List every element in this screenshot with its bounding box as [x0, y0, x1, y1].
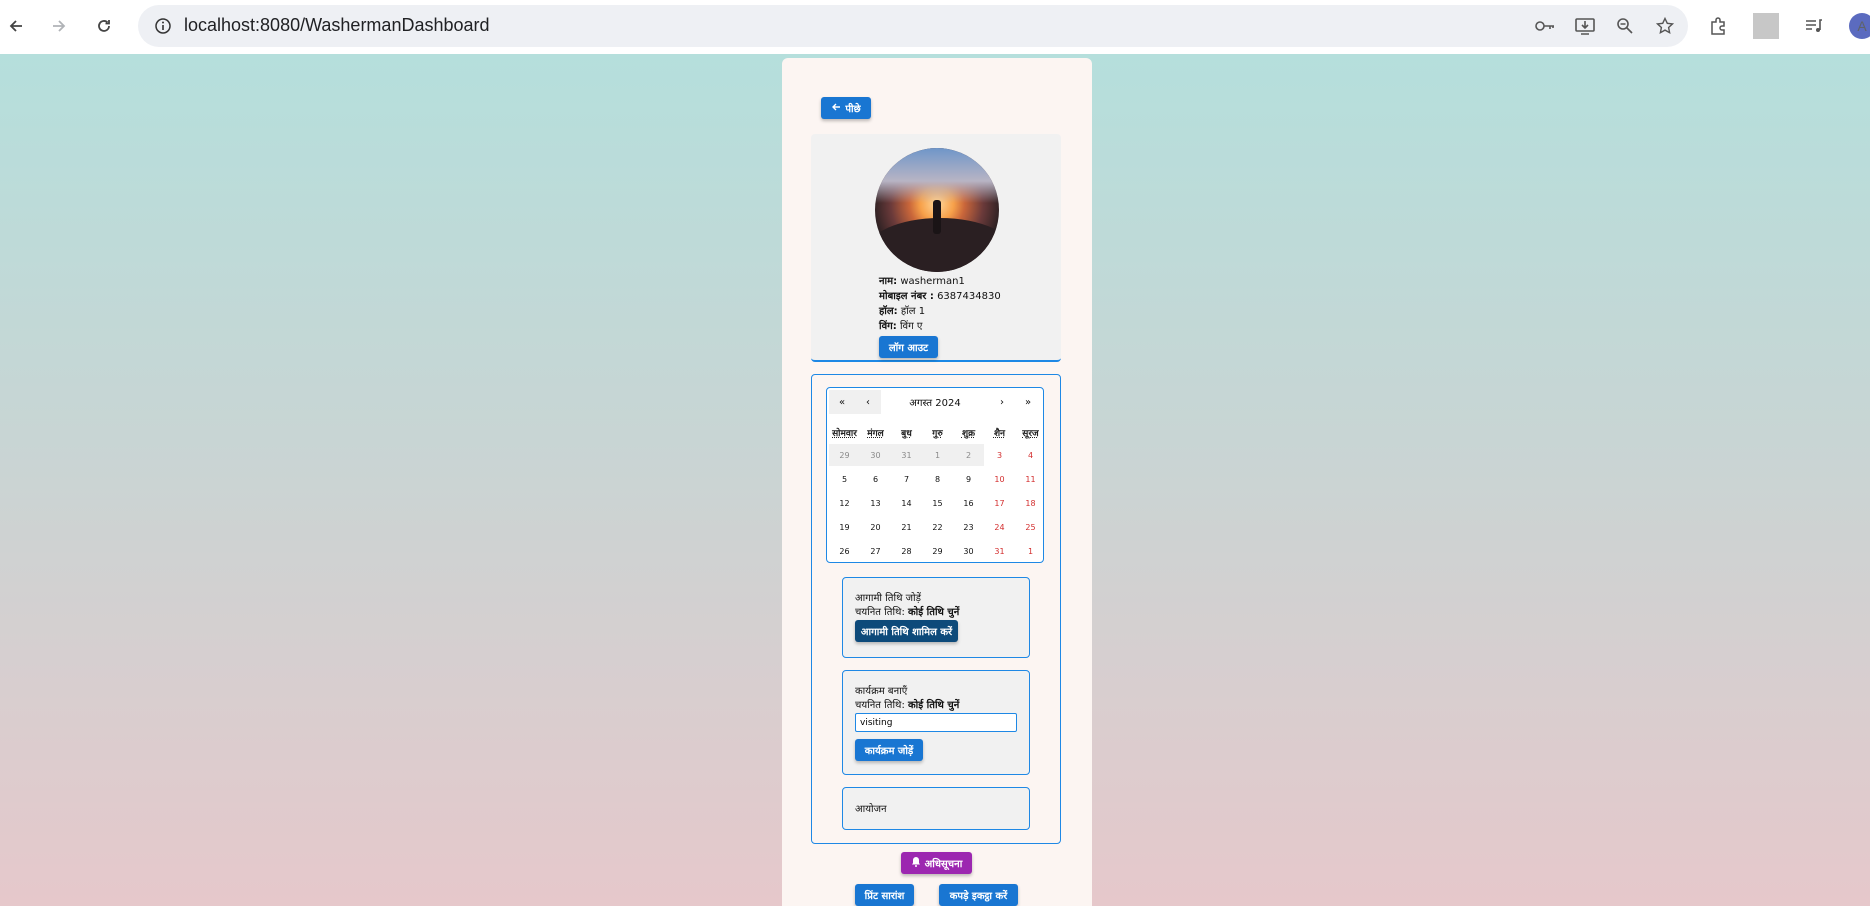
calendar-day[interactable]: 5: [829, 468, 860, 490]
add-upcoming-date-button[interactable]: आगामी तिथि शामिल करें: [855, 620, 958, 642]
calendar-day[interactable]: 9: [953, 468, 984, 490]
arrow-left-icon: [831, 102, 841, 115]
calendar-day[interactable]: 22: [922, 516, 953, 538]
profile-mobile-row: मोबाइल नंबर : 6387434830: [879, 291, 1001, 302]
event-name-input[interactable]: visiting: [855, 713, 1017, 732]
calendar-day[interactable]: 25: [1015, 516, 1046, 538]
profile-name: washerman1: [900, 276, 965, 287]
calendar-day[interactable]: 17: [984, 492, 1015, 514]
schedule-panel: « ‹ अगस्त 2024 › » सोमवार मंगल बुध गुरु …: [811, 374, 1061, 844]
profile-hall: हॉल 1: [900, 306, 926, 317]
profile-details: नाम: washerman1 मोबाइल नंबर : 6387434830…: [879, 274, 1001, 334]
calendar-next-month-button[interactable]: ›: [989, 390, 1015, 414]
weekday-label: शुक्र: [961, 429, 976, 439]
calendar-day[interactable]: 12: [829, 492, 860, 514]
calendar-day[interactable]: 20: [860, 516, 891, 538]
profile-wing-row: विंग: विंग ए: [879, 321, 923, 332]
profile-name-row: नाम: washerman1: [879, 276, 965, 287]
weekday-label: सोमवार: [832, 429, 857, 439]
calendar-day[interactable]: 28: [891, 540, 922, 562]
calendar-day[interactable]: 26: [829, 540, 860, 562]
bell-icon: [911, 856, 921, 870]
calendar-prev-month-button[interactable]: ‹: [855, 390, 881, 414]
calendar-day[interactable]: 16: [953, 492, 984, 514]
reload-icon[interactable]: [88, 10, 120, 42]
profile-avatar[interactable]: A: [1849, 13, 1870, 39]
profile-panel: नाम: washerman1 मोबाइल नंबर : 6387434830…: [811, 134, 1061, 362]
calendar-prev-year-button[interactable]: «: [829, 390, 855, 414]
weekday-label: बुध: [901, 429, 912, 439]
url-text[interactable]: localhost:8080/WashermanDashboard: [184, 15, 490, 36]
weekday-label: सूरज: [1022, 429, 1039, 439]
print-summary-button[interactable]: प्रिंट सारांश: [855, 884, 914, 906]
calendar-day[interactable]: 21: [891, 516, 922, 538]
event-selected-date: चयनित तिथि: कोई तिथि चुनें: [855, 700, 960, 711]
zoom-icon[interactable]: [1612, 13, 1638, 39]
calendar-day[interactable]: 6: [860, 468, 891, 490]
media-queue-icon[interactable]: [1801, 13, 1827, 39]
create-event-box: कार्यक्रम बनाएँ चयनित तिथि: कोई तिथि चुन…: [842, 670, 1030, 775]
calendar-day[interactable]: 11: [1015, 468, 1046, 490]
calendar-day[interactable]: 1: [922, 444, 953, 466]
weekday-label: गुरु: [932, 429, 943, 439]
calendar-day[interactable]: 29: [922, 540, 953, 562]
dashboard-card: पीछे नाम: washerman1 मोबाइल नंबर : 63874…: [782, 58, 1092, 906]
calendar-weekday-header: सोमवार मंगल बुध गुरु शुक्र शैन सूरज: [829, 426, 1041, 439]
add-event-button[interactable]: कार्यक्रम जोड़ें: [855, 739, 923, 761]
weekday-label: मंगल: [867, 429, 884, 439]
collect-clothes-button[interactable]: कपड़े इकट्ठा करें: [939, 884, 1018, 906]
profile-photo: [875, 148, 999, 272]
extensions-icon[interactable]: [1705, 13, 1731, 39]
calendar-day[interactable]: 2: [953, 444, 984, 466]
calendar: « ‹ अगस्त 2024 › » सोमवार मंगल बुध गुरु …: [826, 387, 1044, 563]
upcoming-date-title: आगामी तिथि जोड़ें: [855, 593, 921, 604]
calendar-day[interactable]: 31: [891, 444, 922, 466]
calendar-day[interactable]: 13: [860, 492, 891, 514]
calendar-day[interactable]: 30: [860, 444, 891, 466]
calendar-day[interactable]: 30: [953, 540, 984, 562]
install-app-icon[interactable]: [1572, 13, 1598, 39]
calendar-day[interactable]: 18: [1015, 492, 1046, 514]
calendar-day[interactable]: 4: [1015, 444, 1046, 466]
profile-mobile: 6387434830: [937, 291, 1001, 302]
logout-button[interactable]: लॉग आउट: [879, 336, 938, 358]
address-bar[interactable]: localhost:8080/WashermanDashboard: [138, 5, 1688, 47]
calendar-day[interactable]: 15: [922, 492, 953, 514]
calendar-day[interactable]: 27: [860, 540, 891, 562]
events-box: आयोजन: [842, 787, 1030, 830]
profile-wing: विंग ए: [899, 321, 923, 332]
calendar-day[interactable]: 31: [984, 540, 1015, 562]
calendar-day[interactable]: 10: [984, 468, 1015, 490]
site-info-icon[interactable]: [148, 11, 178, 41]
weekday-label: शैन: [993, 429, 1006, 439]
bookmark-star-icon[interactable]: [1652, 13, 1678, 39]
calendar-day[interactable]: 1: [1015, 540, 1046, 562]
create-event-title: कार्यक्रम बनाएँ: [855, 686, 908, 697]
back-arrow-icon[interactable]: [0, 10, 32, 42]
notification-button-label: अधिसूचना: [924, 859, 963, 870]
password-key-icon[interactable]: [1532, 13, 1558, 39]
back-button[interactable]: पीछे: [821, 97, 871, 119]
calendar-next-year-button[interactable]: »: [1015, 390, 1041, 414]
calendar-day[interactable]: 3: [984, 444, 1015, 466]
calendar-day[interactable]: 24: [984, 516, 1015, 538]
calendar-day[interactable]: 19: [829, 516, 860, 538]
profile-hall-row: हॉल: हॉल 1: [879, 306, 926, 317]
calendar-month-title[interactable]: अगस्त 2024: [881, 390, 989, 414]
calendar-navigation: « ‹ अगस्त 2024 › »: [829, 390, 1041, 414]
calendar-day[interactable]: 7: [891, 468, 922, 490]
calendar-day[interactable]: 14: [891, 492, 922, 514]
page-background: पीछे नाम: washerman1 मोबाइल नंबर : 63874…: [0, 54, 1870, 906]
upcoming-date-box: आगामी तिथि जोड़ें चयनित तिथि: कोई तिथि च…: [842, 577, 1030, 658]
back-button-label: पीछे: [845, 104, 861, 115]
calendar-day[interactable]: 23: [953, 516, 984, 538]
calendar-day[interactable]: 29: [829, 444, 860, 466]
browser-toolbar: localhost:8080/WashermanDashboard A: [0, 0, 1870, 54]
forward-arrow-icon[interactable]: [43, 10, 75, 42]
notification-button[interactable]: अधिसूचना: [901, 852, 972, 874]
calendar-day[interactable]: 8: [922, 468, 953, 490]
events-title: आयोजन: [855, 804, 887, 815]
upcoming-selected-date: चयनित तिथि: कोई तिथि चुनें: [855, 607, 960, 618]
toolbar-divider: [1753, 13, 1779, 39]
